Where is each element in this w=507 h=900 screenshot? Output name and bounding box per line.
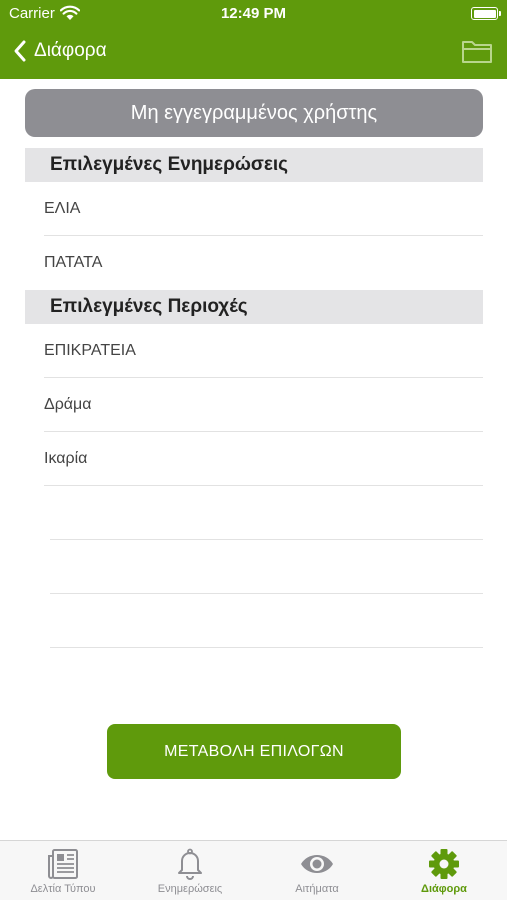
header: Carrier 12:49 PM Διάφορα: [0, 0, 507, 79]
chevron-left-icon: [14, 40, 26, 62]
section-header-regions: Επιλεγμένες Περιοχές: [25, 290, 483, 324]
status-bar: Carrier 12:49 PM: [0, 0, 507, 28]
empty-row: [50, 594, 483, 648]
folder-icon[interactable]: [461, 38, 493, 64]
tab-bar: Δελτία Τύπου Ενημερώσεις Αιτήματα Διάφορ…: [0, 840, 507, 900]
section-header-updates: Επιλεγμένες Ενημερώσεις: [25, 148, 483, 182]
list-item[interactable]: ΠΑΤΑΤΑ: [44, 236, 483, 290]
back-button[interactable]: Διάφορα: [12, 36, 107, 66]
user-status-button[interactable]: Μη εγγεγραμμένος χρήστης: [25, 89, 483, 137]
eye-icon: [300, 847, 334, 881]
empty-row: [50, 486, 483, 540]
tab-label: Αιτήματα: [295, 883, 339, 895]
nav-bar: Διάφορα: [0, 28, 507, 79]
list-item[interactable]: Ικαρία: [44, 432, 483, 486]
change-selections-button[interactable]: ΜΕΤΑΒΟΛΗ ΕΠΙΛΟΓΩΝ: [107, 724, 401, 779]
tab-label: Δελτία Τύπου: [30, 883, 96, 895]
back-label: Διάφορα: [34, 40, 107, 61]
tab-label: Ενημερώσεις: [157, 883, 223, 895]
tab-updates[interactable]: Ενημερώσεις: [127, 841, 253, 900]
bell-icon: [173, 847, 207, 881]
tab-label: Διάφορα: [421, 883, 467, 895]
status-time: 12:49 PM: [220, 5, 287, 22]
list-item[interactable]: Δράμα: [44, 378, 483, 432]
tab-requests[interactable]: Αιτήματα: [254, 841, 380, 900]
newspaper-icon: [46, 847, 80, 881]
list-item[interactable]: ΕΛΙΑ: [44, 182, 483, 236]
empty-row: [50, 540, 483, 594]
battery-icon: [471, 7, 501, 20]
list-item[interactable]: ΕΠΙΚΡΑΤΕΙΑ: [44, 324, 483, 378]
tab-press-releases[interactable]: Δελτία Τύπου: [0, 841, 126, 900]
tab-misc[interactable]: Διάφορα: [381, 841, 507, 900]
gear-icon: [427, 847, 461, 881]
